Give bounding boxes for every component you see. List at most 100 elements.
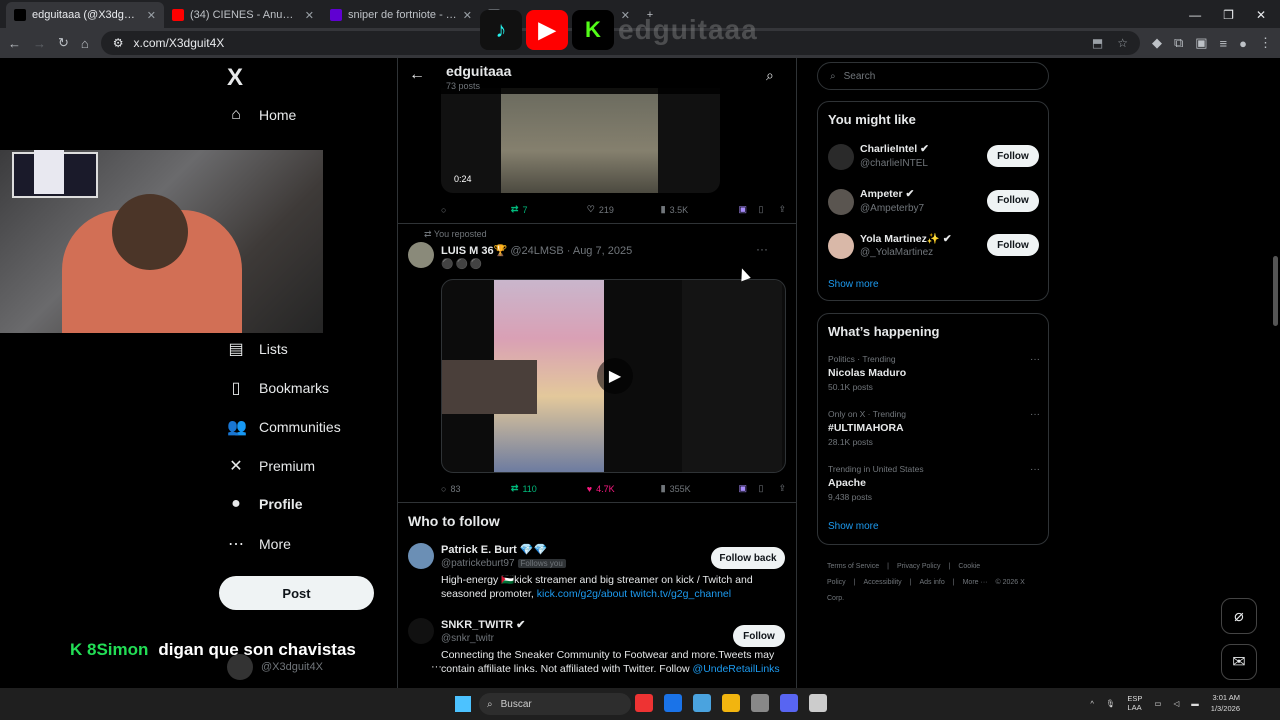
nav-item-lists[interactable]: ▤ Lists <box>227 339 287 359</box>
profile-avatar-icon[interactable]: ● <box>1239 36 1247 51</box>
repost-button[interactable]: ⇄ 7 <box>511 204 587 215</box>
tweet-video[interactable]: 0:24 <box>441 88 720 193</box>
suggested-user[interactable]: CharlieIntel ✔ @charlieINTEL Follow <box>828 142 1040 176</box>
trend-item[interactable]: Trending in United States Apache 9,438 pos… <box>828 464 1040 502</box>
reload-icon[interactable]: ↻ <box>58 35 69 51</box>
tab-close-icon[interactable]: ✕ <box>305 9 314 22</box>
author-name[interactable]: LUIS M 36🏆 <box>441 245 507 257</box>
views-button[interactable]: ▮ 3.5K <box>661 204 739 215</box>
messages-button[interactable]: ✉ <box>1221 644 1257 680</box>
bookmark-icon[interactable]: ▯ <box>758 204 778 215</box>
avatar[interactable] <box>828 233 854 259</box>
avatar[interactable] <box>408 543 434 569</box>
grok-icon[interactable]: ▣ <box>739 204 759 215</box>
like-button[interactable]: ♡ 219 <box>587 204 661 215</box>
taskbar-app-icon[interactable] <box>809 694 827 712</box>
home-icon[interactable]: ⌂ <box>81 36 89 51</box>
tray-chevron-icon[interactable]: ^ <box>1090 699 1094 708</box>
more-icon[interactable]: ··· <box>1030 354 1040 365</box>
search-input[interactable]: ⌕ Search <box>817 62 1049 90</box>
like-button[interactable]: ♥ 4.7K <box>587 483 661 494</box>
install-icon[interactable]: ⬒ <box>1092 36 1103 50</box>
taskbar-app-icon[interactable] <box>780 694 798 712</box>
media-icon[interactable]: ≡ <box>1220 36 1228 51</box>
bio-link[interactable]: kick.com/g2g/about twitch.tv/g2g_channel <box>537 588 731 600</box>
extension-icon[interactable]: ◆ <box>1152 35 1162 51</box>
trend-item[interactable]: Only on X · Trending #ULTIMAHORA 28.1K pos… <box>828 409 1040 447</box>
more-icon[interactable]: ··· <box>1030 464 1040 475</box>
browser-tab[interactable]: sniper de fortniote - Yahoo Ima ✕ <box>322 2 480 28</box>
play-icon[interactable]: ▶ <box>597 358 633 394</box>
avatar[interactable] <box>408 618 434 644</box>
taskbar-search[interactable]: ⌕ Buscar <box>479 693 631 715</box>
scrollbar-thumb[interactable] <box>1273 256 1278 326</box>
nav-item-communities[interactable]: 👥 Communities <box>227 417 341 437</box>
site-info-icon[interactable]: ⚙ <box>113 36 124 50</box>
taskbar-app-icon[interactable] <box>751 694 769 712</box>
close-window-button[interactable]: ✕ <box>1256 8 1266 22</box>
user-name[interactable]: CharlieIntel ✔ <box>860 143 929 155</box>
nav-item-home[interactable]: ⌂ Home <box>227 106 296 124</box>
share-icon[interactable]: ⇪ <box>778 204 786 215</box>
footer-link[interactable]: Ads info <box>919 579 944 586</box>
forward-icon[interactable]: → <box>33 36 46 51</box>
battery-icon[interactable]: ▬ <box>1191 699 1199 708</box>
footer-link[interactable]: Terms of Service <box>827 563 879 570</box>
nav-item-profile[interactable]: ● Profile <box>227 495 302 513</box>
start-button[interactable] <box>455 696 471 712</box>
clock[interactable]: 3:01 AM 1/3/2026 <box>1211 692 1240 714</box>
user-name[interactable]: Patrick E. Burt 💎💎 <box>441 543 547 556</box>
footer-link[interactable]: Accessibility <box>864 579 902 586</box>
bookmark-star-icon[interactable]: ☆ <box>1117 36 1128 50</box>
browser-tab[interactable]: edguitaaa (@X3dguit4X) / X ✕ <box>6 2 164 28</box>
tab-close-icon[interactable]: ✕ <box>147 9 156 22</box>
back-icon[interactable]: ← <box>8 36 21 51</box>
search-icon[interactable]: ⌕ <box>766 67 774 84</box>
views-button[interactable]: ▮ 355K <box>661 483 739 494</box>
suggested-user[interactable]: Ampeter ✔ @Ampeterby7 Follow <box>828 187 1040 221</box>
follow-button[interactable]: Follow <box>733 625 785 647</box>
footer-link[interactable]: Privacy Policy <box>897 563 941 570</box>
show-more-link[interactable]: Show more <box>828 521 879 532</box>
follow-button[interactable]: Follow <box>987 189 1039 212</box>
nav-item-bookmarks[interactable]: ▯ Bookmarks <box>227 378 329 398</box>
follow-button[interactable]: Follow back <box>711 547 785 569</box>
browser-menu-icon[interactable]: ⋮ <box>1259 35 1272 51</box>
avatar[interactable] <box>828 144 854 170</box>
follow-button[interactable]: Follow <box>987 145 1039 167</box>
bio-link[interactable]: @UndeRetailLinks <box>693 663 780 675</box>
grok-button[interactable]: ⌀ <box>1221 598 1257 634</box>
avatar[interactable] <box>408 242 434 268</box>
microphone-icon[interactable]: 🎙 <box>1106 699 1116 708</box>
more-icon[interactable]: ··· <box>1030 409 1040 420</box>
extensions-puzzle-icon[interactable]: ⧉ <box>1174 35 1183 51</box>
more-icon[interactable]: ··· <box>756 242 768 256</box>
side-panel-icon[interactable]: ▣ <box>1195 35 1207 51</box>
user-name[interactable]: SNKR_TWITR ✔ <box>441 618 525 631</box>
taskbar-app-icon[interactable] <box>722 694 740 712</box>
grok-icon[interactable]: ▣ <box>739 483 759 494</box>
reply-button[interactable]: ○ 83 <box>441 483 511 494</box>
tweet-video[interactable]: ▶ <box>441 279 786 473</box>
show-more-link[interactable]: Show more <box>828 279 879 290</box>
network-icon[interactable]: ▭ <box>1154 699 1161 708</box>
user-name[interactable]: Ampeter ✔ <box>860 188 914 200</box>
page-scrollbar[interactable] <box>1271 58 1280 688</box>
follow-button[interactable]: Follow <box>987 234 1039 256</box>
minimize-button[interactable]: — <box>1189 8 1201 22</box>
user-name[interactable]: Yola Martinez✨ ✔ <box>860 232 952 245</box>
suggested-user[interactable]: Yola Martinez✨ ✔ @_YolaMartinez Follow <box>828 231 1040 265</box>
nav-item-more[interactable]: ⋯ More <box>227 534 291 554</box>
bookmark-icon[interactable]: ▯ <box>758 483 778 494</box>
taskbar-app-icon[interactable] <box>664 694 682 712</box>
nav-item-premium[interactable]: ✕ Premium <box>227 456 315 476</box>
trend-item[interactable]: Politics · Trending Nicolas Maduro 50.1K p… <box>828 354 1040 392</box>
taskbar-app-icon[interactable] <box>693 694 711 712</box>
share-icon[interactable]: ⇪ <box>778 483 786 494</box>
reply-button[interactable]: ○ <box>441 204 511 215</box>
x-logo-icon[interactable]: X <box>227 64 243 92</box>
back-arrow-icon[interactable]: ← <box>409 66 425 84</box>
repost-button[interactable]: ⇄ 110 <box>511 483 587 494</box>
tab-close-icon[interactable]: ✕ <box>463 9 472 22</box>
volume-icon[interactable]: ◁ <box>1174 699 1180 708</box>
